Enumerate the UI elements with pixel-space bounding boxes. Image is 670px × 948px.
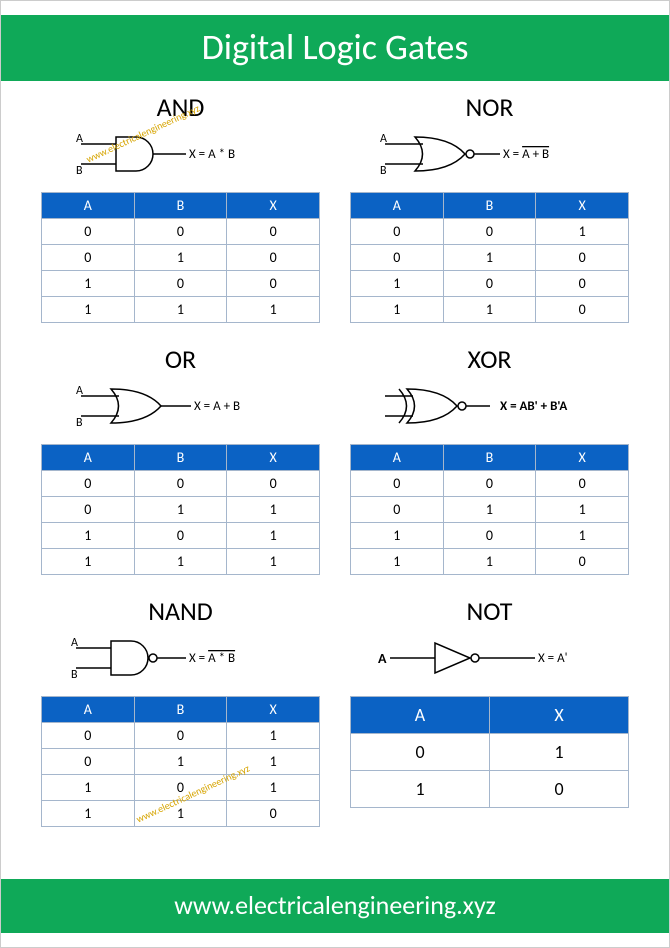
gate-or-title: OR	[41, 343, 320, 375]
table-row: 000	[42, 471, 320, 497]
table-row: 010	[351, 245, 629, 271]
nor-truth-table: ABX 001 010 100 110	[350, 192, 629, 323]
table-row: 100	[351, 271, 629, 297]
gate-nor-diagram: A B X = A + B	[350, 129, 629, 184]
and-eqn: X = A * B	[189, 147, 235, 162]
gate-not-title: NOT	[350, 595, 629, 627]
input-a-label: A	[76, 384, 83, 398]
gate-nand-title: NAND	[41, 595, 320, 627]
input-b-label: B	[76, 164, 83, 178]
table-row: 110	[42, 801, 320, 827]
not-gate-icon: A X = A'	[370, 633, 610, 683]
input-a-label: A	[380, 132, 387, 146]
or-gate-icon: A B X = A + B	[71, 381, 291, 431]
page-footer: www.electricalengineering.xyz	[1, 879, 669, 933]
table-row: 010	[42, 245, 320, 271]
or-eqn: X = A + B	[194, 399, 240, 414]
table-row: 10	[351, 771, 629, 808]
input-b-label: B	[76, 416, 83, 430]
gate-nand-diagram: A B X = A * B	[41, 633, 320, 688]
nand-truth-table: ABX 001 011 101 110	[41, 696, 320, 827]
nand-gate-icon: A B X = A * B	[66, 633, 296, 683]
gate-xor-title: XOR	[350, 343, 629, 375]
gate-not: NOT A X = A' AX 01 10	[350, 595, 629, 827]
table-row: 101	[42, 523, 320, 549]
table-row: 001	[351, 219, 629, 245]
table-row: 100	[42, 271, 320, 297]
input-a-label: A	[71, 636, 78, 650]
table-row: 011	[351, 497, 629, 523]
gate-xor: XOR X = AB' + B'A ABX 000 011 101 110	[350, 343, 629, 575]
table-row: 000	[351, 471, 629, 497]
page-header: Digital Logic Gates	[1, 15, 669, 81]
nand-eqn: X = A * B	[189, 651, 235, 666]
table-row: 101	[42, 775, 320, 801]
table-row: 110	[351, 549, 629, 575]
gate-nor-title: NOR	[350, 91, 629, 123]
gate-and-title: AND	[41, 91, 320, 123]
input-b-label: B	[71, 668, 78, 682]
gate-or-diagram: A B X = A + B	[41, 381, 320, 436]
gate-nand: NAND A B X = A * B ABX 001 011 101 110	[41, 595, 320, 827]
table-row: 000	[42, 219, 320, 245]
input-a-label: A	[378, 650, 387, 667]
table-row: 111	[42, 297, 320, 323]
gate-nor: NOR A B X = A + B ABX 001 010 100 110	[350, 91, 629, 323]
gate-not-diagram: A X = A'	[350, 633, 629, 688]
input-b-label: B	[380, 164, 387, 178]
table-row: 111	[42, 549, 320, 575]
xor-truth-table: ABX 000 011 101 110	[350, 444, 629, 575]
table-row: 011	[42, 749, 320, 775]
table-row: 011	[42, 497, 320, 523]
gates-grid: AND www.electricalengineering.xyz A B X …	[1, 91, 669, 827]
gate-or: OR A B X = A + B ABX 000 011 101 111	[41, 343, 320, 575]
nor-gate-icon: A B X = A + B	[375, 129, 605, 179]
nor-eqn: X = A + B	[503, 147, 549, 162]
and-gate-icon: A B X = A * B	[71, 129, 291, 179]
xor-gate-icon: X = AB' + B'A	[365, 381, 615, 431]
xor-eqn: X = AB' + B'A	[500, 399, 567, 414]
not-truth-table: AX 01 10	[350, 696, 629, 808]
gate-and: AND www.electricalengineering.xyz A B X …	[41, 91, 320, 323]
table-row: 101	[351, 523, 629, 549]
or-truth-table: ABX 000 011 101 111	[41, 444, 320, 575]
gate-xor-diagram: X = AB' + B'A	[350, 381, 629, 436]
table-row: 01	[351, 734, 629, 771]
gate-and-diagram: www.electricalengineering.xyz A B X = A …	[41, 129, 320, 184]
not-eqn: X = A'	[538, 651, 568, 666]
table-row: 110	[351, 297, 629, 323]
table-row: 001	[42, 723, 320, 749]
input-a-label: A	[76, 132, 83, 146]
and-truth-table: ABX 000 010 100 111	[41, 192, 320, 323]
